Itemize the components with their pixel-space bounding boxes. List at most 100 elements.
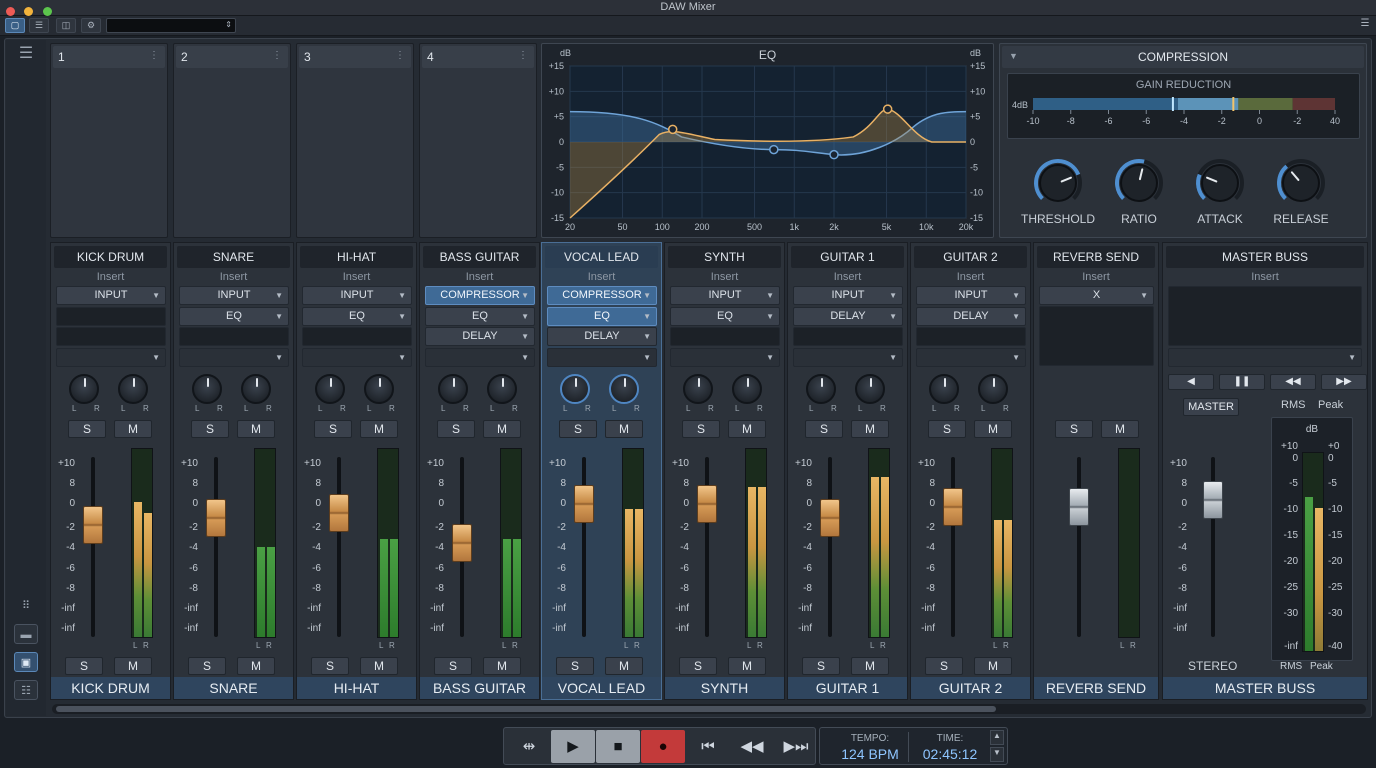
channel-footer-name[interactable]: SYNTH — [665, 677, 784, 699]
fader-track[interactable] — [828, 457, 832, 637]
knob-dial[interactable] — [1180, 156, 1260, 210]
channel-strip-guitar-1[interactable]: GUITAR 1 Insert INPUT ▼ DELAY ▼ ▼ L R L R S M +10 8 0 -2… — [787, 242, 908, 700]
mute-button[interactable]: M — [1101, 420, 1139, 438]
tempo-value[interactable]: 124 BPM — [830, 746, 910, 762]
fader-track[interactable] — [337, 457, 341, 637]
solo-button-bottom[interactable]: S — [311, 657, 349, 675]
pan-knob-right[interactable] — [855, 374, 885, 404]
insert-slot[interactable]: DELAY ▼ — [425, 327, 535, 346]
pan-knob-left[interactable] — [560, 374, 590, 404]
channel-name[interactable]: SYNTH — [668, 246, 781, 268]
scrollbar-thumb[interactable] — [56, 706, 996, 712]
mute-button[interactable]: M — [605, 420, 643, 438]
insert-slot[interactable]: INPUT ▼ — [670, 286, 780, 305]
channel-name[interactable]: VOCAL LEAD — [545, 246, 658, 268]
pan-knob-left[interactable] — [315, 374, 345, 404]
play-button[interactable]: ▶ — [551, 730, 595, 763]
insert-slot[interactable]: ▼ — [302, 347, 412, 367]
knob-dial[interactable] — [1018, 156, 1098, 210]
channel-strip-guitar-2[interactable]: GUITAR 2 Insert INPUT ▼ DELAY ▼ ▼ L R L R S M +10 8 0 -2… — [910, 242, 1031, 700]
solo-button-bottom[interactable]: S — [679, 657, 717, 675]
fast-forward-button[interactable]: ▶▶ — [1321, 374, 1367, 390]
pan-knob-right[interactable] — [487, 374, 517, 404]
knob-dial[interactable] — [1099, 156, 1179, 210]
fader-track[interactable] — [1077, 457, 1081, 637]
insert-slot[interactable]: ▼ — [916, 347, 1026, 367]
spin-down-icon[interactable]: ▼ — [990, 747, 1004, 762]
volume-fader[interactable] — [697, 484, 717, 523]
channel-footer-name[interactable]: MASTER BUSS — [1163, 677, 1367, 699]
mute-button-bottom[interactable]: M — [974, 657, 1012, 675]
mute-button-bottom[interactable]: M — [237, 657, 275, 675]
insert-slot[interactable]: EQ ▼ — [425, 306, 535, 326]
pan-knob-right[interactable] — [241, 374, 271, 404]
fader-track[interactable] — [951, 457, 955, 637]
insert-slot-2[interactable]: 2 ⋮ — [173, 43, 291, 238]
insert-slot[interactable] — [179, 327, 289, 346]
insert-slot-1[interactable]: 1 ⋮ — [50, 43, 168, 238]
master-fader[interactable] — [1203, 481, 1223, 520]
solo-button-bottom[interactable]: S — [556, 657, 594, 675]
insert-slot[interactable] — [302, 327, 412, 346]
insert-slot[interactable]: ▼ — [56, 347, 166, 367]
insert-slot[interactable]: DELAY ▼ — [793, 306, 903, 326]
channel-footer-name[interactable]: SNARE — [174, 677, 293, 699]
mixer-view-icon[interactable]: ▢ — [5, 18, 25, 33]
solo-button[interactable]: S — [314, 420, 352, 438]
insert-slot[interactable]: ▼ — [1168, 348, 1362, 367]
solo-button[interactable]: S — [68, 420, 106, 438]
insert-slot[interactable]: INPUT ▼ — [179, 286, 289, 305]
pan-knob-right[interactable] — [978, 374, 1008, 404]
knob-threshold[interactable]: THRESHOLD — [1018, 156, 1098, 226]
solo-button[interactable]: S — [559, 420, 597, 438]
pan-knob-right[interactable] — [364, 374, 394, 404]
volume-fader[interactable] — [206, 499, 226, 538]
channel-name[interactable]: BASS GUITAR — [423, 246, 536, 268]
insert-slot[interactable] — [916, 327, 1026, 346]
channel-name[interactable]: GUITAR 1 — [791, 246, 904, 268]
insert-slot[interactable]: ▼ — [179, 347, 289, 367]
channel-strip-hi-hat[interactable]: HI-HAT Insert INPUT ▼ EQ ▼ ▼ L R L R S M +10 8 0 -2 -4 -6-… — [296, 242, 417, 700]
solo-button[interactable]: S — [1055, 420, 1093, 438]
skip-forward-button[interactable]: ▶⏭ — [774, 730, 818, 763]
mute-button-bottom[interactable]: M — [483, 657, 521, 675]
spin-up-icon[interactable]: ▲ — [990, 730, 1004, 745]
tracks-icon[interactable]: ☰ — [29, 18, 49, 33]
insert-slot[interactable]: INPUT ▼ — [793, 286, 903, 305]
insert-slot[interactable]: EQ ▼ — [179, 306, 289, 326]
mute-button[interactable]: M — [237, 420, 275, 438]
record-button[interactable]: ● — [641, 730, 685, 763]
pan-knob-left[interactable] — [683, 374, 713, 404]
insert-slot[interactable]: EQ ▼ — [302, 306, 412, 326]
channel-footer-name[interactable]: HI-HAT — [297, 677, 416, 699]
channel-footer-name[interactable]: REVERB SEND — [1034, 677, 1158, 699]
pan-knob-right[interactable] — [732, 374, 762, 404]
channel-strip-kick-drum[interactable]: KICK DRUM Insert INPUT ▼ ▼ L R L R S M +10 8 0 -2 -4 -6-… — [50, 242, 171, 700]
knob-release[interactable]: RELEASE — [1261, 156, 1341, 226]
channel-strip-synth[interactable]: SYNTH Insert INPUT ▼ EQ ▼ ▼ L R L R S M +10 8 0 -2 -4 -6 -8… — [664, 242, 785, 700]
eq-panel[interactable]: EQ +15 +15 +10 +10 +5 +5 0 0 -5 -5 -10 -10 -15 -15 20 5… — [541, 43, 994, 238]
pan-knob-left[interactable] — [929, 374, 959, 404]
channel-name[interactable]: SNARE — [177, 246, 290, 268]
insert-slot[interactable] — [56, 306, 166, 326]
more-options-icon[interactable]: ⋮ — [272, 50, 282, 61]
channel-strip-vocal-lead[interactable]: VOCAL LEAD Insert COMPRESSOR ▼ EQ ▼ DELAY ▼ ▼ L R L… — [541, 242, 662, 700]
knob-attack[interactable]: ATTACK — [1180, 156, 1260, 226]
channel-name[interactable]: REVERB SEND — [1037, 246, 1155, 268]
rewind-button[interactable]: ◀◀ — [1270, 374, 1316, 390]
channel-footer-name[interactable]: GUITAR 1 — [788, 677, 907, 699]
eq-band-2-handle[interactable] — [769, 144, 779, 155]
channel-footer-name[interactable]: KICK DRUM — [51, 677, 170, 699]
solo-button-bottom[interactable]: S — [65, 657, 103, 675]
mute-button[interactable]: M — [114, 420, 152, 438]
solo-button[interactable]: S — [682, 420, 720, 438]
solo-button-bottom[interactable]: S — [434, 657, 472, 675]
loop-button[interactable]: ⇹ — [507, 730, 551, 763]
more-options-icon[interactable]: ⋮ — [395, 50, 405, 61]
mute-button-bottom[interactable]: M — [114, 657, 152, 675]
mute-button-bottom[interactable]: M — [728, 657, 766, 675]
volume-fader[interactable] — [943, 488, 963, 527]
fader-track[interactable] — [214, 457, 218, 637]
volume-fader[interactable] — [574, 484, 594, 523]
pan-knob-left[interactable] — [69, 374, 99, 404]
